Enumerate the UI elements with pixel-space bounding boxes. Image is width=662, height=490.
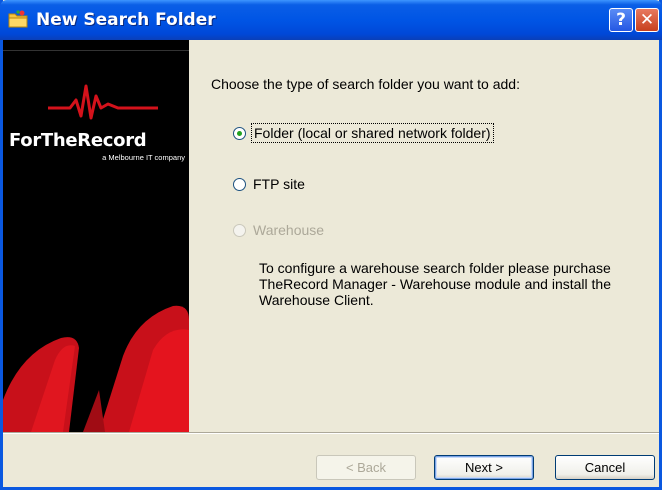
- wizard-content: Choose the type of search folder you wan…: [189, 40, 662, 432]
- pulse-logo-icon: [48, 84, 158, 120]
- option-ftp[interactable]: FTP site: [233, 176, 305, 192]
- close-icon: ✕: [639, 10, 655, 30]
- sidebar-divider: [3, 50, 189, 51]
- footer-divider: [3, 432, 659, 434]
- option-ftp-label[interactable]: FTP site: [253, 176, 305, 192]
- title-bar[interactable]: New Search Folder ? ✕: [0, 0, 662, 40]
- close-button[interactable]: ✕: [635, 8, 659, 32]
- next-button[interactable]: Next >: [434, 455, 534, 480]
- prompt-text: Choose the type of search folder you wan…: [211, 76, 520, 92]
- dialog-window: New Search Folder ? ✕ ForTheRecord a Mel…: [0, 0, 662, 490]
- help-button[interactable]: ?: [609, 8, 633, 32]
- brand-tagline: a Melbourne IT company: [102, 153, 185, 162]
- help-icon: ?: [616, 10, 626, 30]
- brand-logo: ForTheRecord: [9, 130, 147, 151]
- option-warehouse-label: Warehouse: [253, 222, 325, 238]
- radio-folder[interactable]: [233, 126, 246, 140]
- brand-sidebar: ForTheRecord a Melbourne IT company: [3, 40, 189, 432]
- window-title: New Search Folder: [36, 10, 216, 30]
- warehouse-note: To configure a warehouse search folder p…: [259, 260, 612, 308]
- option-folder-label[interactable]: Folder (local or shared network folder): [251, 123, 494, 143]
- back-button: < Back: [316, 455, 416, 480]
- folder-icon: [8, 10, 28, 28]
- option-warehouse: Warehouse: [233, 222, 324, 238]
- radio-ftp[interactable]: [233, 177, 246, 191]
- radio-warehouse: [233, 223, 246, 237]
- brand-art: [3, 305, 189, 432]
- option-folder[interactable]: Folder (local or shared network folder): [233, 123, 494, 143]
- cancel-button[interactable]: Cancel: [555, 455, 655, 480]
